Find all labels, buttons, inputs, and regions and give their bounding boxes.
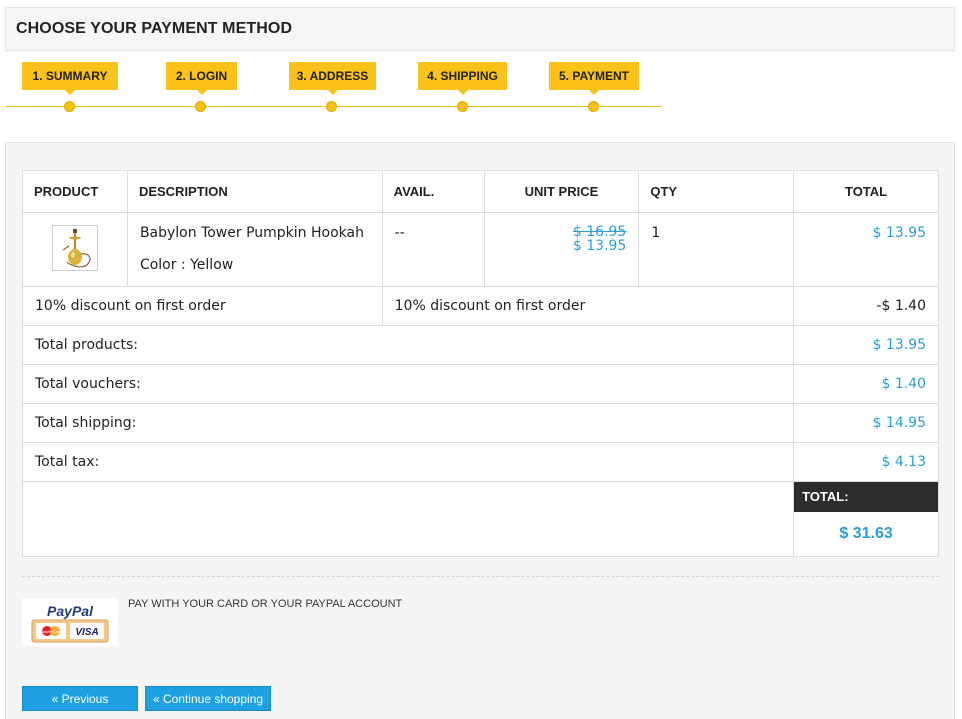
step-login[interactable]: 2. LOGIN	[166, 62, 237, 95]
summary-label: Total tax:	[21, 442, 795, 482]
summary-label: Total products:	[21, 325, 795, 365]
step-label: 2. LOGIN	[175, 69, 228, 83]
summary-row-products: Total products: $ 13.95	[21, 325, 939, 365]
summary-row-vouchers: Total vouchers: $ 1.40	[21, 364, 939, 404]
payment-content: PRODUCT DESCRIPTION AVAIL. UNIT PRICE QT…	[5, 142, 955, 719]
summary-row-tax: Total tax: $ 4.13	[21, 442, 939, 482]
step-address[interactable]: 3. ADDRESS	[289, 62, 376, 95]
continue-shopping-button[interactable]: « Continue shopping	[145, 686, 271, 711]
total-label: TOTAL:	[794, 482, 938, 512]
discount-description: 10% discount on first order	[381, 286, 795, 326]
product-qty: 1	[638, 212, 795, 287]
col-availability: AVAIL.	[381, 170, 485, 213]
summary-row-shipping: Total shipping: $ 14.95	[21, 403, 939, 443]
summary-label: Total vouchers:	[21, 364, 795, 404]
product-unit-price: $ 13.95	[572, 238, 627, 254]
step-label: 1. SUMMARY	[32, 69, 108, 83]
grand-total-spacer	[21, 481, 795, 557]
summary-value: $ 4.13	[793, 442, 939, 482]
step-label: 3. ADDRESS	[296, 69, 369, 83]
step-dot-payment	[588, 101, 599, 112]
discount-amount: -$ 1.40	[793, 286, 939, 326]
paypal-logo-text: PayPal	[47, 603, 94, 619]
step-label: 5. PAYMENT	[558, 69, 630, 83]
col-product: PRODUCT	[22, 170, 128, 213]
product-old-price: $ 16.95	[572, 224, 627, 240]
section-divider	[22, 576, 939, 577]
product-total: $ 13.95	[793, 212, 939, 287]
grand-total-cell: TOTAL: $ 31.63	[793, 481, 939, 557]
step-dot-login	[195, 101, 206, 112]
total-value: $ 31.63	[839, 525, 893, 542]
step-payment[interactable]: 5. PAYMENT	[549, 62, 639, 95]
mastercard-text: MasterCard	[41, 629, 62, 634]
col-total: TOTAL	[793, 170, 939, 213]
summary-value: $ 1.40	[793, 364, 939, 404]
paypal-payment-option[interactable]: PAY WITH YOUR CARD OR YOUR PAYPAL ACCOUN…	[128, 598, 402, 610]
previous-button[interactable]: « Previous	[22, 686, 138, 711]
hookah-icon	[62, 229, 91, 268]
step-dot-summary	[64, 101, 75, 112]
grand-total-row: TOTAL: $ 31.63	[21, 481, 939, 557]
product-unit-price-cell: $ 16.95 $ 13.95	[483, 212, 640, 287]
summary-value: $ 13.95	[793, 325, 939, 365]
paypal-icon: PayPal MasterCard VISA	[22, 598, 118, 646]
page-header: CHOOSE YOUR PAYMENT METHOD	[5, 7, 955, 51]
summary-value: $ 14.95	[793, 403, 939, 443]
product-image-cell	[22, 212, 128, 287]
discount-name: 10% discount on first order	[22, 286, 383, 326]
col-description: DESCRIPTION	[126, 170, 383, 213]
table-row: Babylon Tower Pumpkin Hookah Color : Yel…	[22, 212, 939, 287]
cart-summary-table: PRODUCT DESCRIPTION AVAIL. UNIT PRICE QT…	[21, 170, 939, 557]
col-unit-price: UNIT PRICE	[483, 170, 640, 213]
product-name[interactable]: Babylon Tower Pumpkin Hookah	[140, 225, 382, 241]
table-header-row: PRODUCT DESCRIPTION AVAIL. UNIT PRICE QT…	[22, 170, 939, 213]
page-title: CHOOSE YOUR PAYMENT METHOD	[16, 20, 293, 37]
step-label: 4. SHIPPING	[427, 69, 498, 83]
product-description-cell: Babylon Tower Pumpkin Hookah Color : Yel…	[126, 212, 383, 287]
step-dot-address	[326, 101, 337, 112]
paypal-logo[interactable]: PayPal MasterCard VISA	[22, 598, 118, 646]
visa-text: VISA	[75, 627, 98, 638]
discount-row: 10% discount on first order 10% discount…	[22, 286, 939, 326]
summary-label: Total shipping:	[21, 403, 795, 443]
step-summary[interactable]: 1. SUMMARY	[22, 62, 118, 95]
col-qty: QTY	[638, 170, 795, 213]
step-shipping[interactable]: 4. SHIPPING	[418, 62, 507, 95]
step-dot-shipping	[457, 101, 468, 112]
product-attributes: Color : Yellow	[139, 257, 234, 273]
checkout-steps: 1. SUMMARY 2. LOGIN 3. ADDRESS 4. SHIPPI…	[5, 60, 661, 116]
product-thumbnail[interactable]	[51, 225, 98, 271]
product-availability: --	[381, 212, 485, 287]
